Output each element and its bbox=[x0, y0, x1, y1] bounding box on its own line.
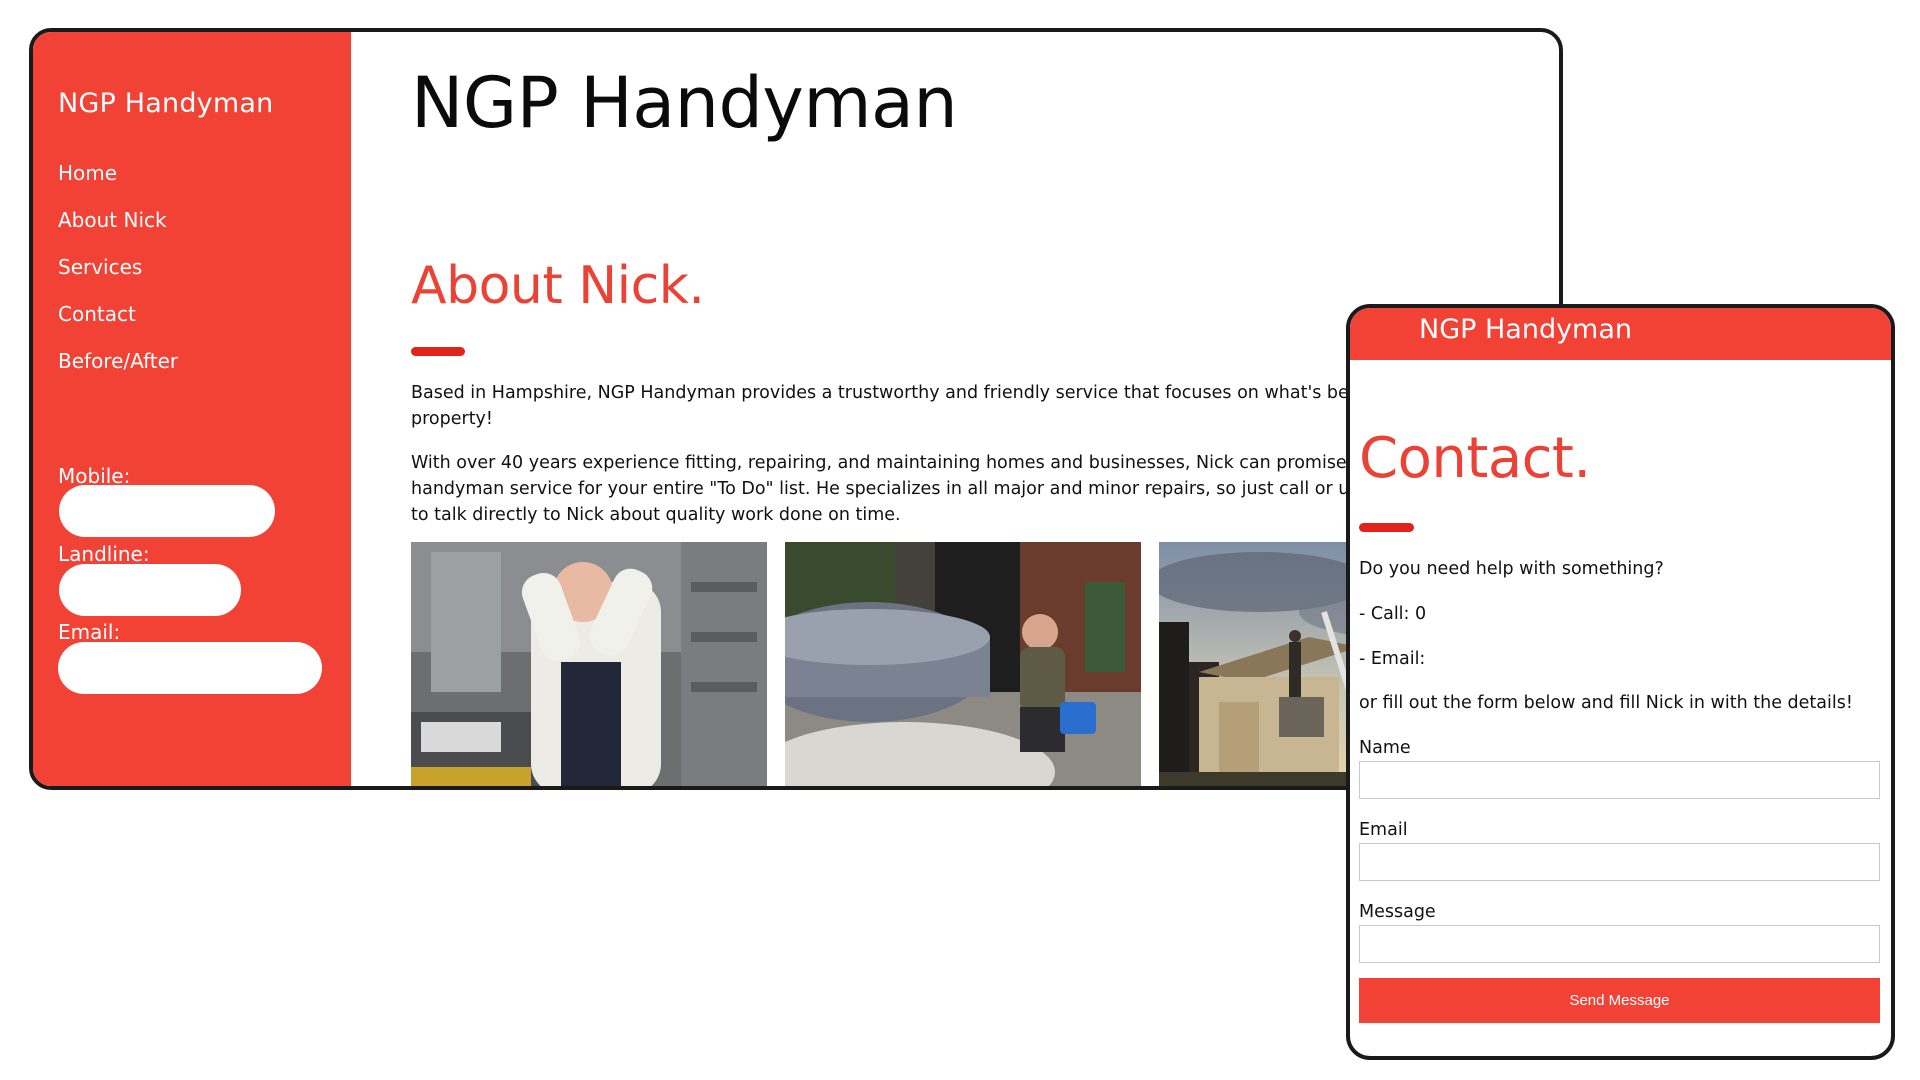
desktop-browser-frame: NGP Handyman Home About Nick Services Co… bbox=[29, 28, 1563, 790]
sidebar: NGP Handyman Home About Nick Services Co… bbox=[33, 32, 351, 786]
sidebar-brand[interactable]: NGP Handyman bbox=[58, 88, 273, 119]
photo-kitchen bbox=[411, 542, 767, 786]
sidebar-nav: Home About Nick Services Contact Before/… bbox=[58, 158, 178, 393]
form-intro: or fill out the form below and fill Nick… bbox=[1359, 693, 1853, 713]
photo-hot-tub bbox=[785, 542, 1141, 786]
name-input[interactable] bbox=[1359, 761, 1880, 799]
contact-call: - Call: 0 bbox=[1359, 604, 1427, 624]
send-message-button[interactable]: Send Message bbox=[1359, 978, 1880, 1023]
contact-intro: Do you need help with something? bbox=[1359, 559, 1664, 579]
name-label: Name bbox=[1359, 738, 1411, 758]
mobile-number-redaction bbox=[59, 485, 275, 537]
contact-email: - Email: bbox=[1359, 649, 1426, 669]
contact-heading: Contact. bbox=[1359, 426, 1591, 491]
mobile-header: NGP Handyman bbox=[1350, 308, 1891, 360]
about-heading: About Nick. bbox=[411, 256, 705, 316]
email-input[interactable] bbox=[1359, 843, 1880, 881]
page-title: NGP Handyman bbox=[411, 62, 958, 144]
nav-item-services[interactable]: Services bbox=[58, 252, 178, 299]
mobile-browser-frame: NGP Handyman Contact. Do you need help w… bbox=[1346, 304, 1895, 1060]
nav-item-about-nick[interactable]: About Nick bbox=[58, 205, 178, 252]
landline-label: Landline: bbox=[58, 542, 150, 566]
nav-item-contact[interactable]: Contact bbox=[58, 299, 178, 346]
contact-heading-underline bbox=[1359, 523, 1414, 532]
email-label: Email bbox=[1359, 820, 1408, 840]
email-label: Email: bbox=[58, 620, 121, 644]
message-input[interactable] bbox=[1359, 925, 1880, 963]
mobile-brand[interactable]: NGP Handyman bbox=[1419, 314, 1632, 345]
nav-item-home[interactable]: Home bbox=[58, 158, 178, 205]
heading-underline bbox=[411, 347, 465, 356]
message-label: Message bbox=[1359, 902, 1436, 922]
landline-number-redaction bbox=[59, 564, 241, 616]
nav-item-before-after[interactable]: Before/After bbox=[58, 346, 178, 393]
email-address-redaction bbox=[58, 642, 322, 694]
